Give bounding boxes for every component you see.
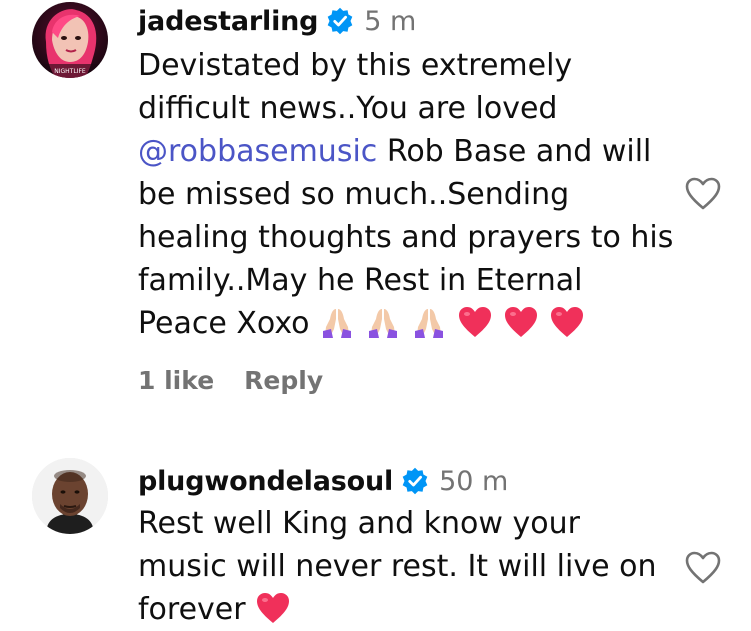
verified-badge-icon: [401, 467, 429, 495]
like-heart-icon[interactable]: [683, 548, 723, 588]
comment-text: Devistated by this extremely difficult n…: [138, 44, 678, 345]
avatar-image: NIGHTLIFE: [32, 2, 108, 78]
verified-badge-icon: [326, 7, 354, 35]
folded-hands-emoji: [365, 305, 401, 339]
mention-link[interactable]: @robbasemusic: [138, 134, 377, 169]
folded-hands-emoji: [319, 305, 355, 339]
comment-header: jadestarling 5 m: [138, 2, 416, 40]
comment-text-part: Rest well King and know your music will …: [138, 506, 657, 627]
comment-time: 5 m: [364, 5, 417, 37]
comment-actions: 1 like Reply: [138, 366, 323, 395]
avatar[interactable]: NIGHTLIFE: [32, 2, 108, 78]
red-heart-emoji: [457, 305, 493, 339]
reply-button[interactable]: Reply: [244, 366, 323, 395]
red-heart-emoji: [255, 591, 291, 625]
username[interactable]: plugwondelasoul: [138, 466, 393, 497]
username[interactable]: jadestarling: [138, 6, 318, 37]
comment-text-part: Devistated by this extremely difficult n…: [138, 48, 573, 126]
avatar-image: [32, 458, 108, 534]
comment-text: Rest well King and know your music will …: [138, 502, 678, 631]
red-heart-emoji: [503, 305, 539, 339]
like-heart-icon[interactable]: [683, 174, 723, 214]
comment-time: 50 m: [439, 465, 509, 497]
red-heart-emoji: [549, 305, 585, 339]
comment-plugwondelasoul: plugwondelasoul 50 m Rest well King and …: [0, 450, 751, 629]
likes-count[interactable]: 1 like: [138, 366, 214, 395]
avatar[interactable]: [32, 458, 108, 534]
comment-header: plugwondelasoul 50 m: [138, 462, 508, 500]
folded-hands-emoji: [411, 305, 447, 339]
comment-jadestarling: NIGHTLIFE jadestarling 5 m Devistated by…: [0, 0, 751, 420]
avatar-text: NIGHTLIFE: [54, 68, 86, 75]
